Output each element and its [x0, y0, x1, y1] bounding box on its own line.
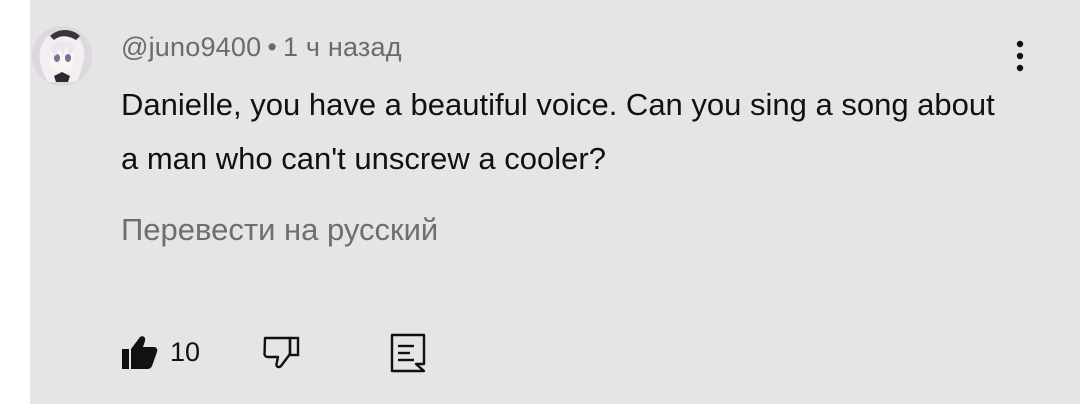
comment-meta: @juno9400 • 1 ч назад — [121, 32, 402, 63]
avatar-image — [32, 26, 92, 86]
like-button[interactable]: 10 — [120, 330, 200, 374]
like-count: 10 — [170, 336, 201, 367]
more-options-button[interactable] — [1000, 36, 1040, 76]
meta-separator: • — [267, 32, 277, 62]
more-vert-icon — [1016, 40, 1024, 72]
translate-button[interactable]: Перевести на русский — [121, 212, 438, 248]
author-handle[interactable]: @juno9400 — [121, 32, 261, 62]
dislike-button[interactable] — [260, 330, 304, 374]
comment-card: @juno9400 • 1 ч назад Danielle, you have a… — [30, 0, 1080, 404]
thumb-up-icon — [122, 336, 158, 369]
avatar[interactable] — [32, 26, 92, 86]
comment-timestamp: 1 ч назад — [282, 32, 402, 62]
thumb-down-icon — [263, 336, 300, 369]
comment-body: Danielle, you have a beautiful voice. Ca… — [121, 87, 995, 176]
reply-comment-icon — [390, 333, 426, 373]
reply-button[interactable] — [386, 330, 430, 374]
